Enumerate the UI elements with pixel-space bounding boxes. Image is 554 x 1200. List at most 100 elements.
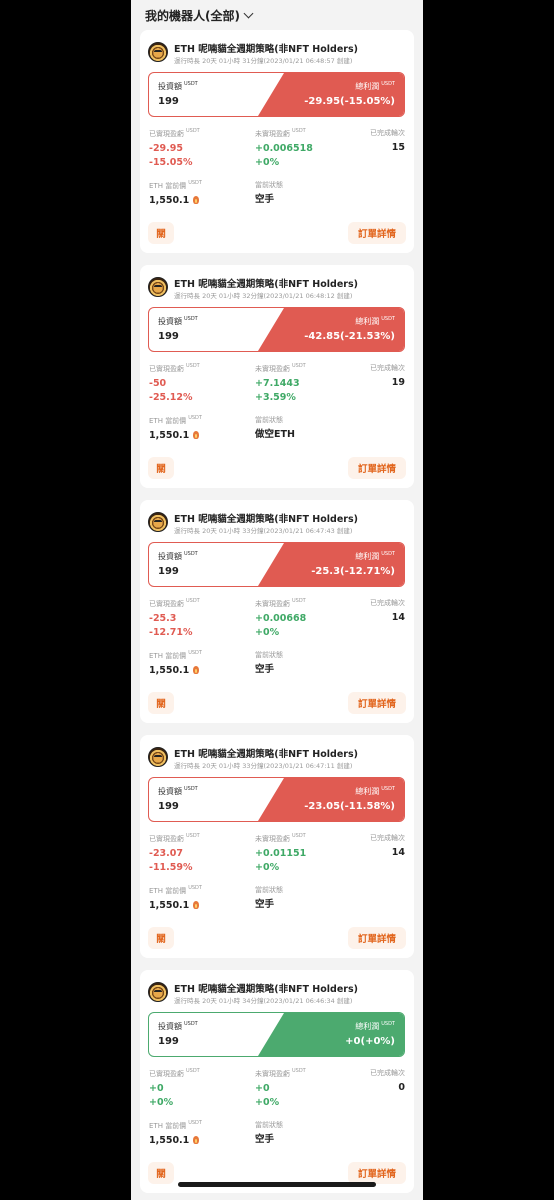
profit-fill [258, 308, 404, 351]
invest-value: 199 [158, 801, 179, 812]
state-value: 空手 [255, 194, 275, 205]
close-bot-button[interactable]: 關 [148, 692, 174, 714]
investment-summary: 投資額 USDT 199 總利潤 USDT +0(+0%) [148, 1012, 405, 1057]
price-value: 1,550.1 [149, 1135, 190, 1146]
realized-value: -50 [149, 378, 167, 389]
robot-card: ETH 呢喃貓全週期策略(非NFT Holders) 運行時長 20天 01小時… [140, 265, 414, 488]
unrealized-pnl: 未實現盈虧 USDT +0.01151 +0% [255, 833, 307, 873]
unrealized-pnl: 未實現盈虧 USDT +0.00668 +0% [255, 598, 307, 638]
current-state: 當前狀態 空手 [255, 181, 283, 205]
profit-fill [258, 1013, 404, 1056]
cat-avatar-icon [148, 982, 168, 1002]
invest-label: 投資額 USDT [158, 81, 198, 91]
unrealized-percent: +0% [255, 1097, 280, 1108]
unrealized-pnl: 未實現盈虧 USDT +0 +0% [255, 1068, 306, 1108]
investment-summary: 投資額 USDT 199 總利潤 USDT -42.85(-21.53%) [148, 307, 405, 352]
realized-pnl: 已實現盈虧 USDT +0 +0% [149, 1068, 200, 1108]
close-bot-button[interactable]: 關 [148, 222, 174, 244]
cat-avatar-icon [148, 277, 168, 297]
total-profit-value: +0(+0%) [345, 1036, 395, 1047]
realized-percent: -25.12% [149, 392, 193, 403]
total-profit-label: 總利潤 USDT [355, 316, 395, 326]
completed-rounds: 已完成輪次 14 [370, 599, 405, 623]
invest-label: 投資額 USDT [158, 316, 198, 326]
strategy-name: ETH 呢喃貓全週期策略(非NFT Holders) [174, 44, 358, 55]
invest-value: 199 [158, 96, 179, 107]
completed-rounds: 已完成輪次 0 [370, 1069, 405, 1093]
invest-label: 投資額 USDT [158, 551, 198, 561]
invest-label: 投資額 USDT [158, 786, 198, 796]
current-price: ETH 當前價 USDT 1,550.1 [149, 180, 202, 206]
profit-fill [258, 73, 404, 116]
realized-pnl: 已實現盈虧 USDT -50 -25.12% [149, 363, 200, 403]
robot-card: ETH 呢喃貓全週期策略(非NFT Holders) 運行時長 20天 01小時… [140, 500, 414, 723]
close-bot-button[interactable]: 關 [148, 457, 174, 479]
order-detail-button[interactable]: 訂單詳情 [348, 692, 406, 714]
investment-summary: 投資額 USDT 199 總利潤 USDT -25.3(-12.71%) [148, 542, 405, 587]
realized-pnl: 已實現盈虧 USDT -25.3 -12.71% [149, 598, 200, 638]
order-detail-button[interactable]: 訂單詳情 [348, 222, 406, 244]
profit-fill [258, 543, 404, 586]
state-value: 空手 [255, 664, 275, 675]
strategy-name: ETH 呢喃貓全週期策略(非NFT Holders) [174, 514, 358, 525]
current-state: 當前狀態 空手 [255, 886, 283, 910]
realized-percent: -12.71% [149, 627, 193, 638]
rounds-value: 19 [391, 377, 405, 388]
total-profit-value: -25.3(-12.71%) [311, 566, 395, 577]
robot-card: ETH 呢喃貓全週期策略(非NFT Holders) 運行時長 20天 01小時… [140, 970, 414, 1193]
unrealized-value: +0.006518 [255, 143, 313, 154]
total-profit-label: 總利潤 USDT [355, 81, 395, 91]
total-profit-label: 總利潤 USDT [355, 551, 395, 561]
unrealized-value: +0 [255, 1083, 270, 1094]
unrealized-value: +7.1443 [255, 378, 300, 389]
realized-value: -25.3 [149, 613, 177, 624]
order-detail-button[interactable]: 訂單詳情 [348, 1162, 406, 1184]
realized-pnl: 已實現盈虧 USDT -23.07 -11.59% [149, 833, 200, 873]
realized-percent: +0% [149, 1097, 174, 1108]
total-profit-label: 總利潤 USDT [355, 786, 395, 796]
price-value: 1,550.1 [149, 665, 190, 676]
close-bot-button[interactable]: 關 [148, 1162, 174, 1184]
state-value: 做空ETH [255, 429, 295, 440]
invest-value: 199 [158, 331, 179, 342]
price-value: 1,550.1 [149, 195, 190, 206]
robot-filter-dropdown[interactable]: 我的機器人(全部) [131, 0, 423, 30]
flame-icon [193, 1136, 200, 1144]
total-profit-value: -29.95(-15.05%) [304, 96, 395, 107]
robot-card: ETH 呢喃貓全週期策略(非NFT Holders) 運行時長 20天 01小時… [140, 30, 414, 253]
cat-avatar-icon [148, 747, 168, 767]
unrealized-percent: +0% [255, 157, 280, 168]
close-bot-button[interactable]: 關 [148, 927, 174, 949]
current-price: ETH 當前價 USDT 1,550.1 [149, 1120, 202, 1146]
flame-icon [193, 901, 200, 909]
card-header: ETH 呢喃貓全週期策略(非NFT Holders) 運行時長 20天 01小時… [148, 275, 406, 305]
card-header: ETH 呢喃貓全週期策略(非NFT Holders) 運行時長 20天 01小時… [148, 980, 406, 1010]
home-indicator[interactable] [178, 1182, 376, 1187]
rounds-value: 0 [398, 1082, 405, 1093]
chevron-down-icon [243, 8, 254, 18]
robot-card: ETH 呢喃貓全週期策略(非NFT Holders) 運行時長 20天 01小時… [140, 735, 414, 958]
realized-value: -29.95 [149, 143, 183, 154]
total-profit-label: 總利潤 USDT [355, 1021, 395, 1031]
completed-rounds: 已完成輪次 15 [370, 129, 405, 153]
total-profit-value: -23.05(-11.58%) [304, 801, 395, 812]
cat-avatar-icon [148, 512, 168, 532]
invest-value: 199 [158, 1036, 179, 1047]
realized-pnl: 已實現盈虧 USDT -29.95 -15.05% [149, 128, 200, 168]
cat-avatar-icon [148, 42, 168, 62]
price-value: 1,550.1 [149, 430, 190, 441]
profit-fill [258, 778, 404, 821]
rounds-value: 14 [391, 847, 405, 858]
unrealized-value: +0.01151 [255, 848, 307, 859]
order-detail-button[interactable]: 訂單詳情 [348, 457, 406, 479]
current-price: ETH 當前價 USDT 1,550.1 [149, 885, 202, 911]
card-header: ETH 呢喃貓全週期策略(非NFT Holders) 運行時長 20天 01小時… [148, 745, 406, 775]
realized-value: +0 [149, 1083, 164, 1094]
total-profit-value: -42.85(-21.53%) [304, 331, 395, 342]
rounds-value: 14 [391, 612, 405, 623]
app-screen: 我的機器人(全部) ETH 呢喃貓全週期策略(非NFT Holders) 運行時… [131, 0, 423, 1200]
runtime-text: 運行時長 20天 01小時 33分鐘(2023/01/21 06:47:43 創… [174, 527, 353, 535]
card-header: ETH 呢喃貓全週期策略(非NFT Holders) 運行時長 20天 01小時… [148, 510, 406, 540]
price-value: 1,550.1 [149, 900, 190, 911]
order-detail-button[interactable]: 訂單詳情 [348, 927, 406, 949]
